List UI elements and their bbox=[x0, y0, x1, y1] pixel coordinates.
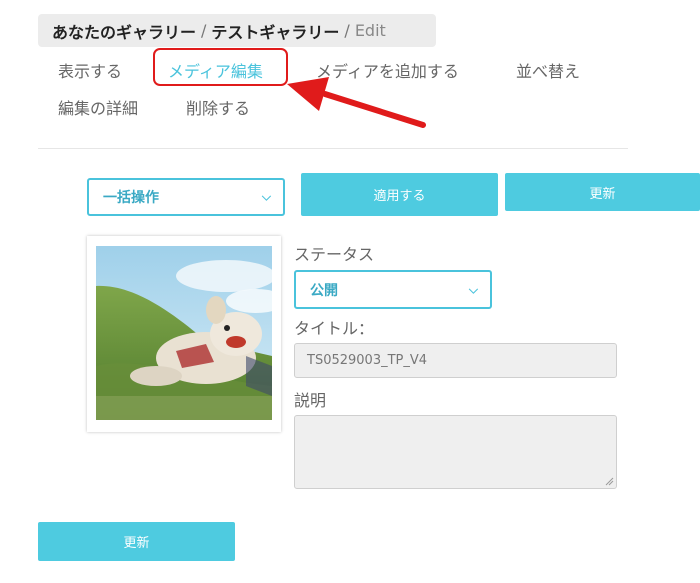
tab-view[interactable]: 表示する bbox=[58, 58, 122, 82]
tab-edit-details[interactable]: 編集の詳細 bbox=[58, 95, 138, 119]
chevron-down-icon: ⌵ bbox=[468, 282, 478, 296]
apply-button[interactable]: 適用する bbox=[301, 173, 498, 216]
bulk-action-select[interactable]: 一括操作 ⌵ bbox=[87, 178, 285, 216]
status-select[interactable]: 公開 ⌵ bbox=[294, 270, 492, 309]
title-label: タイトル： bbox=[294, 319, 375, 338]
bulk-action-select-value: 一括操作 bbox=[103, 190, 159, 206]
breadcrumb: あなたのギャラリー / テストギャラリー / Edit bbox=[38, 14, 436, 47]
apply-button-label: 適用する bbox=[373, 189, 426, 204]
update-top-button-label: 更新 bbox=[589, 186, 616, 202]
breadcrumb-separator: / bbox=[344, 21, 350, 40]
breadcrumb-gallery-name[interactable]: テストギャラリー bbox=[211, 19, 339, 43]
media-thumbnail[interactable] bbox=[87, 236, 281, 432]
description-textarea[interactable] bbox=[294, 415, 617, 489]
chevron-down-icon: ⌵ bbox=[261, 189, 271, 204]
title-input[interactable]: TS0529003_TP_V4 bbox=[294, 343, 617, 378]
tab-sort[interactable]: 並べ替え bbox=[516, 58, 580, 82]
divider bbox=[38, 148, 628, 149]
tab-delete[interactable]: 削除する bbox=[186, 95, 250, 119]
update-top-button[interactable]: 更新 bbox=[505, 173, 700, 211]
breadcrumb-separator: / bbox=[201, 21, 207, 40]
status-select-value: 公開 bbox=[310, 282, 338, 299]
update-bottom-button[interactable]: 更新 bbox=[38, 522, 235, 561]
resize-grip-icon[interactable] bbox=[605, 477, 614, 486]
description-label: 説明 bbox=[294, 391, 327, 410]
breadcrumb-current: Edit bbox=[354, 21, 386, 40]
annotation-highlight-box bbox=[153, 48, 288, 86]
red-arrow-icon bbox=[287, 77, 426, 128]
update-bottom-button-label: 更新 bbox=[123, 536, 150, 551]
dog-on-grass-photo bbox=[96, 246, 272, 420]
title-input-value: TS0529003_TP_V4 bbox=[307, 353, 428, 368]
breadcrumb-gallery-root[interactable]: あなたのギャラリー bbox=[52, 19, 196, 43]
status-label: ステータス bbox=[294, 245, 375, 264]
